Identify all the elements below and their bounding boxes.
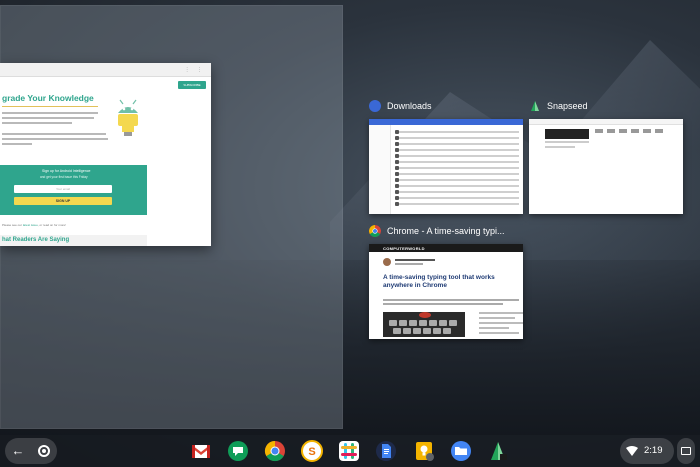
file-row: [395, 166, 519, 170]
tool-tile: [607, 129, 615, 133]
newsletter-signup-box: Sign up for Android Intelligence and get…: [0, 165, 147, 215]
article-text-line: [383, 303, 503, 305]
file-row: [395, 130, 519, 134]
tool-tile: [631, 129, 639, 133]
paragraph-line: [2, 143, 32, 145]
file-row: [395, 184, 519, 188]
site-nav-bar: SUBSCRIBE: [0, 77, 211, 90]
section-title: hat Readers Are Saying: [2, 237, 70, 243]
overview-window-snapseed[interactable]: Snapseed: [529, 99, 683, 214]
article-title: A time-saving typing tool that works any…: [383, 274, 495, 289]
paragraph-line: [2, 138, 108, 140]
svg-text:S: S: [308, 446, 315, 458]
back-button[interactable]: ←: [10, 443, 26, 459]
files-sidebar: [369, 125, 391, 214]
email-field[interactable]: Your email: [14, 185, 112, 193]
site-logo: COMPUTERWORLD: [383, 245, 425, 251]
tool-tile: [619, 129, 627, 133]
chrome-thumbnail[interactable]: COMPUTERWORLD A time-saving typing tool …: [369, 244, 523, 339]
snapseed-toolbar: [529, 119, 683, 125]
signup-button[interactable]: SIGN UP: [14, 197, 112, 205]
latest-issue-link[interactable]: latest issue: [23, 223, 38, 227]
file-row: [395, 202, 519, 206]
window-header: Downloads: [369, 99, 432, 113]
file-row: [395, 172, 519, 176]
docs-icon[interactable]: [375, 440, 397, 462]
files-icon: [369, 100, 381, 112]
launcher-button[interactable]: [38, 445, 50, 457]
chrome-icon[interactable]: [264, 440, 286, 462]
subscribe-button[interactable]: SUBSCRIBE: [178, 81, 206, 89]
testimonials-section: hat Readers Are Saying: [0, 235, 147, 246]
overview-window-chrome[interactable]: Chrome - A time-saving typi... COMPUTERW…: [369, 224, 523, 339]
overview-window-downloads[interactable]: Downloads: [369, 99, 523, 214]
downloads-thumbnail[interactable]: [369, 119, 523, 214]
gmail-icon[interactable]: [190, 440, 212, 462]
signup-heading: Sign up for Android Intelligence: [42, 169, 91, 173]
clock: 2:19: [644, 445, 663, 456]
file-row: [395, 196, 519, 200]
wifi-icon: [626, 446, 638, 456]
window-toolbar: ⋮ ⋮: [0, 63, 211, 77]
file-row: [395, 148, 519, 152]
footer-prefix: Please see our: [2, 223, 23, 227]
paragraph-line: [2, 133, 106, 135]
file-row: [395, 136, 519, 140]
overview-button[interactable]: [677, 438, 695, 464]
overview-icon: [681, 447, 691, 455]
text-line: [545, 141, 589, 143]
hangouts-icon[interactable]: [227, 440, 249, 462]
byline-line: [395, 259, 435, 261]
window-title: Chrome - A time-saving typi...: [387, 226, 505, 236]
site-header: COMPUTERWORLD: [369, 244, 523, 252]
signup-subheading: and get your first issue this Friday: [40, 175, 88, 179]
tool-tile: [595, 129, 603, 133]
dragged-chrome-window[interactable]: ⋮ ⋮ SUBSCRIBE grade Your Knowledge Sign …: [0, 63, 211, 246]
author-avatar: [383, 258, 391, 266]
paragraph-line: [2, 112, 98, 114]
menu-dots-icon[interactable]: ⋮ ⋮: [185, 67, 205, 73]
files-icon[interactable]: [450, 440, 472, 462]
image-thumb: [545, 129, 589, 139]
paragraph-line: [2, 117, 94, 119]
article-text-line: [383, 299, 519, 301]
snapseed-icon: [531, 101, 539, 111]
headline-underline: [2, 106, 98, 107]
snapseed-thumbnail[interactable]: [529, 119, 683, 214]
window-header: Snapseed: [529, 99, 588, 113]
window-header: Chrome - A time-saving typi...: [369, 224, 505, 238]
window-title: Snapseed: [547, 101, 588, 111]
keep-icon[interactable]: [413, 440, 435, 462]
tool-tile: [643, 129, 651, 133]
page-headline: grade Your Knowledge: [2, 93, 94, 103]
window-title: Downloads: [387, 101, 432, 111]
files-titlebar: [369, 119, 523, 125]
file-row: [395, 142, 519, 146]
android-robot-icon: [118, 99, 138, 136]
slack-icon[interactable]: [338, 440, 360, 462]
file-row: [395, 160, 519, 164]
article-sidebar: [479, 312, 523, 337]
tool-tile: [655, 129, 663, 133]
file-row: [395, 154, 519, 158]
byline-line: [395, 263, 423, 265]
footer-suffix: , or read on for more!: [37, 223, 67, 227]
chrome-icon: [369, 225, 381, 237]
paragraph-line: [2, 122, 72, 124]
latest-issue-note: Please see our latest issue, or read on …: [2, 223, 66, 227]
text-line: [545, 146, 575, 148]
slides-icon[interactable]: S: [301, 440, 323, 462]
file-row: [395, 190, 519, 194]
article-image: [383, 312, 465, 337]
file-row: [395, 178, 519, 182]
snapseed-icon[interactable]: [487, 440, 509, 462]
